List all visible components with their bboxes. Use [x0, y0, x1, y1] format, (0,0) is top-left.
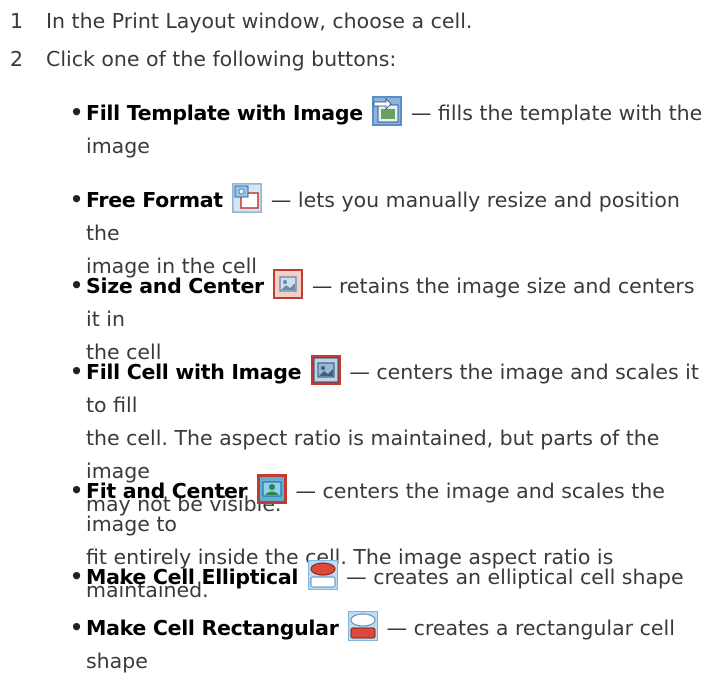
bullet-dot: •: [70, 359, 84, 383]
dash: —: [311, 274, 333, 298]
fill-template-icon: [372, 96, 403, 126]
list-item-fill-template: • Fill Template with Image — fills the t…: [70, 96, 706, 163]
dash: —: [349, 360, 370, 384]
step-1: 1 In the Print Layout window, choose a ce…: [10, 9, 472, 33]
free-format-icon: [232, 183, 263, 213]
button-term: Size and Center: [86, 274, 264, 298]
step-text: Click one of the following buttons:: [46, 47, 397, 71]
dash: —: [346, 565, 367, 589]
button-term: Fit and Center: [86, 479, 248, 503]
step-number: 1: [10, 9, 24, 33]
button-term: Make Cell Rectangular: [86, 616, 339, 640]
button-desc-cont: image: [86, 134, 150, 158]
step-2: 2 Click one of the following buttons:: [10, 47, 396, 71]
step-number: 2: [10, 47, 24, 71]
ellipse-cell-icon: [307, 560, 338, 590]
dash: —: [386, 616, 408, 640]
list-item-free-format: • Free Format — lets you manually resize…: [70, 183, 706, 283]
bullet-dot: •: [70, 564, 84, 588]
bullet-dot: •: [70, 273, 84, 297]
bullet-dot: •: [70, 615, 84, 639]
rectangle-cell-icon: [348, 611, 379, 641]
list-item-make-cell-elliptical: • Make Cell Elliptical — creates an elli…: [70, 560, 706, 594]
list-item-size-and-center: • Size and Center — retains the image si…: [70, 269, 706, 369]
size-and-center-icon: [273, 269, 304, 299]
button-desc: creates an elliptical cell shape: [373, 565, 684, 589]
step-text: In the Print Layout window, choose a cel…: [46, 9, 473, 33]
bullet-dot: •: [70, 187, 84, 211]
dash: —: [410, 101, 432, 125]
fit-and-center-icon: [256, 474, 287, 504]
button-desc: fills the template with the: [437, 101, 703, 125]
button-term: Fill Cell with Image: [86, 360, 302, 384]
bullet-dot: •: [70, 478, 84, 502]
bullet-dot: •: [70, 100, 84, 124]
list-item-make-cell-rectangular: • Make Cell Rectangular — creates a rect…: [70, 611, 706, 678]
dash: —: [270, 188, 292, 212]
button-term: Make Cell Elliptical: [86, 565, 299, 589]
dash: —: [295, 479, 316, 503]
fill-cell-icon: [310, 355, 341, 385]
button-term: Fill Template with Image: [86, 101, 363, 125]
button-term: Free Format: [86, 188, 223, 212]
